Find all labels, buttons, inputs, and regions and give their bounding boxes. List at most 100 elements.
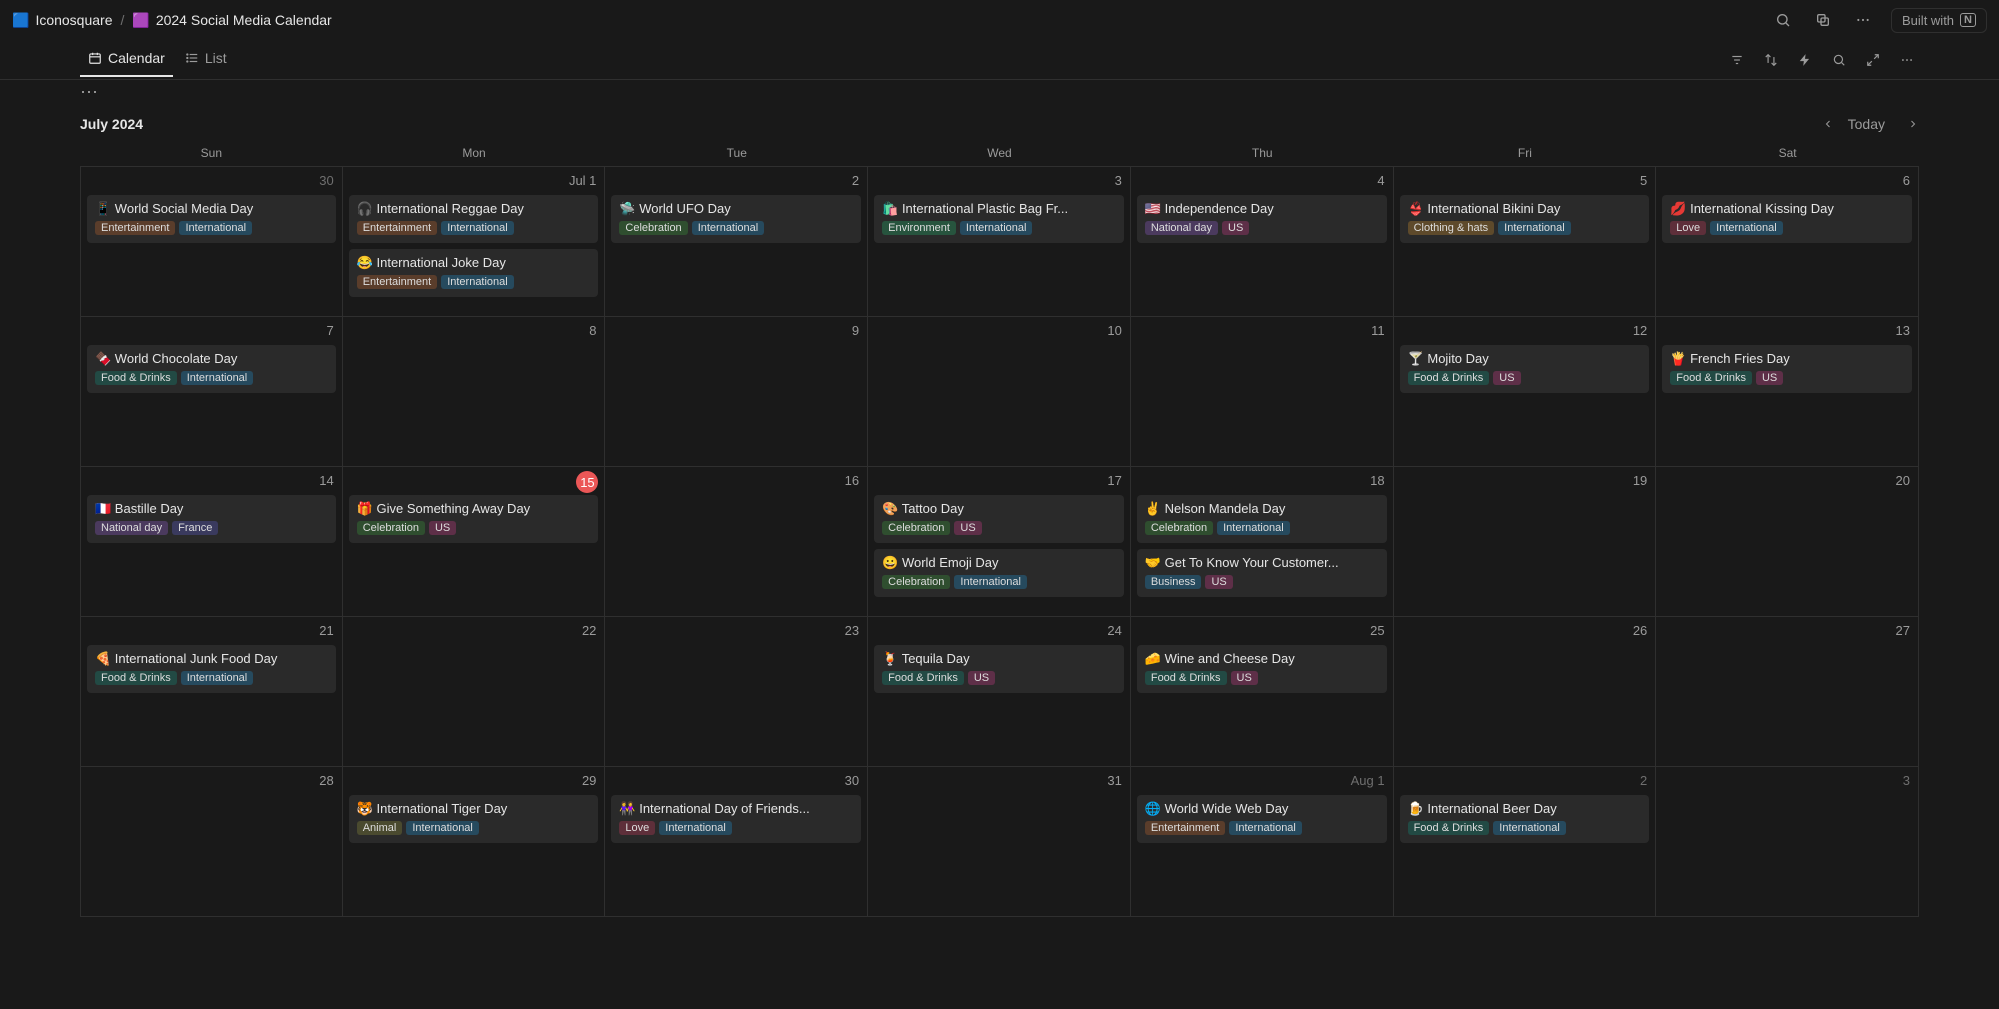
tab-calendar-label: Calendar [108, 50, 165, 66]
event-card[interactable]: ✌️ Nelson Mandela DayCelebrationInternat… [1137, 495, 1387, 543]
event-card[interactable]: 🍹 Tequila DayFood & DrinksUS [874, 645, 1124, 693]
search-icon[interactable] [1771, 8, 1795, 32]
event-card[interactable]: 🎨 Tattoo DayCelebrationUS [874, 495, 1124, 543]
event-card[interactable]: 🍟 French Fries DayFood & DrinksUS [1662, 345, 1912, 393]
day-cell[interactable]: 26 [1394, 617, 1657, 767]
expand-icon[interactable] [1861, 48, 1885, 72]
day-cell[interactable]: 6💋 International Kissing DayLoveInternat… [1656, 167, 1919, 317]
event-title: 👙 International Bikini Day [1408, 201, 1642, 217]
day-cell[interactable]: 28 [80, 767, 343, 917]
day-cell[interactable]: 30 📱 World Social Media DayEntertainmentI… [80, 167, 343, 317]
prev-month-button[interactable] [1814, 114, 1834, 134]
day-number: Aug 1 [1351, 773, 1385, 788]
tag: Love [619, 821, 655, 835]
event-card[interactable]: 😂 International Joke DayEntertainmentInt… [349, 249, 599, 297]
content-area: ⋯ July 2024 Today Sun Mon Tue Wed Thu Fr… [0, 80, 1999, 917]
day-cell[interactable]: 13🍟 French Fries DayFood & DrinksUS [1656, 317, 1919, 467]
day-cell[interactable]: 31 [868, 767, 1131, 917]
day-cell[interactable]: 4 🇺🇸 Independence DayNational dayUS [1131, 167, 1394, 317]
day-number: 3 [1115, 173, 1122, 188]
event-card[interactable]: 👙 International Bikini DayClothing & hat… [1400, 195, 1650, 243]
event-card[interactable]: 🍸 Mojito DayFood & DrinksUS [1400, 345, 1650, 393]
day-cell[interactable]: 8 [343, 317, 606, 467]
day-number: 12 [1633, 323, 1647, 338]
day-cell[interactable]: 15🎁 Give Something Away DayCelebrationUS [343, 467, 606, 617]
tag: Food & Drinks [1145, 671, 1227, 685]
day-cell[interactable]: 20 [1656, 467, 1919, 617]
tag: US [968, 671, 995, 685]
event-card[interactable]: 🐯 International Tiger DayAnimalInternati… [349, 795, 599, 843]
chevron-right-icon [1907, 118, 1919, 130]
day-cell[interactable]: 10 [868, 317, 1131, 467]
tag: Entertainment [1145, 821, 1225, 835]
view-more-icon[interactable] [1895, 48, 1919, 72]
day-cell[interactable]: 24🍹 Tequila DayFood & DrinksUS [868, 617, 1131, 767]
sort-icon[interactable] [1759, 48, 1783, 72]
day-cell[interactable]: 3 🛍️ International Plastic Bag Fr...Envir… [868, 167, 1131, 317]
page-header-collapsed[interactable]: ⋯ [80, 80, 1919, 104]
more-icon[interactable] [1851, 8, 1875, 32]
day-cell[interactable]: 7🍫 World Chocolate DayFood & DrinksInter… [80, 317, 343, 467]
day-cell[interactable]: 2🍺 International Beer DayFood & DrinksIn… [1394, 767, 1657, 917]
event-card[interactable]: 💋 International Kissing DayLoveInternati… [1662, 195, 1912, 243]
event-card[interactable]: 🇫🇷 Bastille DayNational dayFrance [87, 495, 336, 543]
built-with-button[interactable]: Built with N [1891, 8, 1987, 33]
event-card[interactable]: 👭 International Day of Friends...LoveInt… [611, 795, 861, 843]
tag: Celebration [882, 521, 950, 535]
search-view-icon[interactable] [1827, 48, 1851, 72]
event-card[interactable]: 🛍️ International Plastic Bag Fr...Enviro… [874, 195, 1124, 243]
day-cell[interactable]: 27 [1656, 617, 1919, 767]
event-card[interactable]: 🧀 Wine and Cheese DayFood & DrinksUS [1137, 645, 1387, 693]
event-tags: Food & DrinksInternational [95, 371, 328, 385]
event-card[interactable]: 😀 World Emoji DayCelebrationInternationa… [874, 549, 1124, 597]
event-card[interactable]: 🛸 World UFO DayCelebrationInternational [611, 195, 861, 243]
tab-calendar[interactable]: Calendar [80, 44, 173, 76]
event-card[interactable]: 🍕 International Junk Food DayFood & Drin… [87, 645, 336, 693]
event-card[interactable]: 🎧 International Reggae DayEntertainmentI… [349, 195, 599, 243]
day-cell[interactable]: 21🍕 International Junk Food DayFood & Dr… [80, 617, 343, 767]
breadcrumb-workspace[interactable]: 🟦 Iconosquare [12, 12, 113, 29]
day-cell[interactable]: 2🛸 World UFO DayCelebrationInternational [605, 167, 868, 317]
day-number: 4 [1377, 173, 1384, 188]
event-tags: Food & DrinksInternational [95, 671, 328, 685]
event-card[interactable]: 📱 World Social Media DayEntertainmentInt… [87, 195, 336, 243]
day-cell[interactable]: 3 [1656, 767, 1919, 917]
day-cell[interactable]: 16 [605, 467, 868, 617]
tab-list[interactable]: List [177, 44, 235, 76]
events-container: 🍟 French Fries DayFood & DrinksUS [1662, 345, 1912, 393]
events-container: 🎧 International Reggae DayEntertainmentI… [349, 195, 599, 297]
event-card[interactable]: 🎁 Give Something Away DayCelebrationUS [349, 495, 599, 543]
day-cell[interactable]: 11 [1131, 317, 1394, 467]
event-title: 👭 International Day of Friends... [619, 801, 853, 817]
day-cell[interactable]: 9 [605, 317, 868, 467]
list-icon [185, 51, 199, 65]
event-card[interactable]: 🤝 Get To Know Your Customer...BusinessUS [1137, 549, 1387, 597]
day-cell[interactable]: 29🐯 International Tiger DayAnimalInterna… [343, 767, 606, 917]
event-card[interactable]: 🍺 International Beer DayFood & DrinksInt… [1400, 795, 1650, 843]
today-button[interactable]: Today [1840, 112, 1893, 136]
tag: International [960, 221, 1033, 235]
next-month-button[interactable] [1899, 114, 1919, 134]
automation-icon[interactable] [1793, 48, 1817, 72]
breadcrumb-page[interactable]: 🟪 2024 Social Media Calendar [132, 12, 331, 29]
day-cell[interactable]: 17🎨 Tattoo DayCelebrationUS😀 World Emoji… [868, 467, 1131, 617]
day-cell[interactable]: Jul 1🎧 International Reggae DayEntertain… [343, 167, 606, 317]
day-cell[interactable]: 25🧀 Wine and Cheese DayFood & DrinksUS [1131, 617, 1394, 767]
day-number: 30 [319, 173, 333, 188]
event-card[interactable]: 🌐 World Wide Web DayEntertainmentInterna… [1137, 795, 1387, 843]
day-cell[interactable]: 23 [605, 617, 868, 767]
day-cell[interactable]: 14🇫🇷 Bastille DayNational dayFrance [80, 467, 343, 617]
day-cell[interactable]: 30👭 International Day of Friends...LoveI… [605, 767, 868, 917]
day-cell[interactable]: 12 🍸 Mojito DayFood & DrinksUS [1394, 317, 1657, 467]
event-card[interactable]: 🇺🇸 Independence DayNational dayUS [1137, 195, 1387, 243]
event-card[interactable]: 🍫 World Chocolate DayFood & DrinksIntern… [87, 345, 336, 393]
event-title: 🤝 Get To Know Your Customer... [1145, 555, 1379, 571]
filter-icon[interactable] [1725, 48, 1749, 72]
day-cell[interactable]: 5👙 International Bikini DayClothing & ha… [1394, 167, 1657, 317]
day-cell[interactable]: 18✌️ Nelson Mandela DayCelebrationIntern… [1131, 467, 1394, 617]
copy-icon[interactable] [1811, 8, 1835, 32]
day-cell[interactable]: 22 [343, 617, 606, 767]
day-cell[interactable]: 19 [1394, 467, 1657, 617]
events-container: 🍺 International Beer DayFood & DrinksInt… [1400, 795, 1650, 843]
day-cell[interactable]: Aug 1 🌐 World Wide Web DayEntertainmentIn… [1131, 767, 1394, 917]
